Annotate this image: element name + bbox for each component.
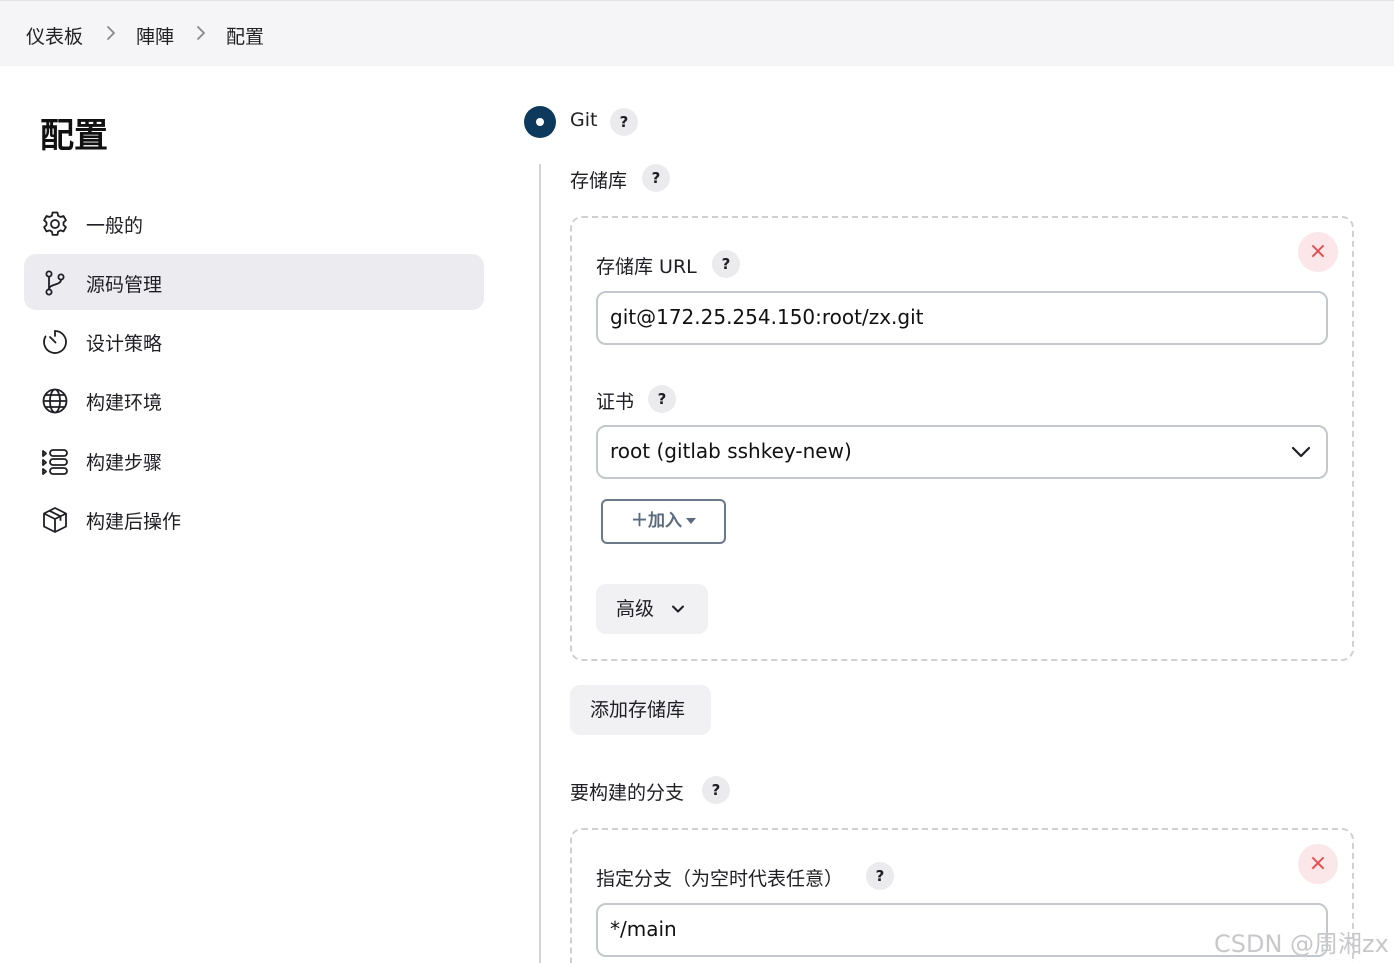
repositories-label: 存储库 (570, 170, 628, 192)
add-repository-label: 添加存储库 (590, 699, 686, 721)
advanced-label: 高级 (616, 598, 655, 620)
sidebar-item-label: 设计策略 (86, 333, 163, 355)
branches-help-button[interactable]: ? (702, 776, 730, 804)
sidebar-item-build-env[interactable]: 构建环境 (24, 372, 484, 428)
chevron-down-icon (1291, 446, 1311, 458)
add-credentials-button[interactable]: ＋加入 (601, 499, 726, 544)
package-icon (40, 505, 70, 535)
credentials-selected-value: root (gitlab sshkey-new) (610, 439, 852, 463)
sidebar-item-post-build[interactable]: 构建后操作 (24, 491, 484, 547)
sidebar-item-label: 源码管理 (86, 274, 163, 296)
git-radio[interactable] (524, 106, 556, 138)
page-title: 配置 (40, 116, 108, 156)
sidebar-item-label: 构建环境 (86, 392, 163, 414)
add-repository-button[interactable]: 添加存储库 (570, 685, 711, 735)
breadcrumb: 仪表板 陣陣 配置 (0, 0, 1394, 66)
branch-specifier-help-button[interactable]: ? (866, 862, 894, 890)
add-credentials-label: ＋加入 (631, 511, 682, 531)
globe-icon (40, 386, 70, 416)
remove-repository-button[interactable]: × (1298, 232, 1338, 272)
gear-icon (40, 209, 70, 239)
timer-icon (40, 327, 70, 357)
watermark: CSDN @周湘zx (1214, 930, 1389, 958)
advanced-button[interactable]: 高级 (596, 584, 708, 634)
sidebar-item-label: 构建步骤 (86, 452, 163, 474)
credentials-label: 证书 (596, 391, 635, 413)
git-help-button[interactable]: ? (610, 108, 638, 136)
repository-url-input[interactable]: git@172.25.254.150:root/zx.git (596, 291, 1328, 345)
chevron-right-icon (192, 23, 210, 43)
repository-url-help-button[interactable]: ? (712, 250, 740, 278)
chevron-down-icon (672, 605, 684, 613)
sidebar-item-build-steps[interactable]: 构建步骤 (24, 432, 484, 488)
branch-specifier-label: 指定分支（为空时代表任意） (596, 868, 844, 890)
branches-label: 要构建的分支 (570, 782, 685, 804)
chevron-right-icon (102, 23, 120, 43)
sidebar-item-label: 构建后操作 (86, 511, 182, 533)
repository-url-label: 存储库 URL (596, 256, 697, 278)
git-branch-icon (40, 268, 70, 298)
git-option-label: Git (570, 109, 598, 131)
remove-branch-button[interactable]: × (1298, 844, 1338, 884)
sidebar-item-general[interactable]: 一般的 (24, 195, 484, 251)
section-divider (539, 164, 541, 963)
breadcrumb-configure[interactable]: 配置 (226, 22, 264, 49)
list-icon (40, 446, 70, 476)
sidebar-item-triggers[interactable]: 设计策略 (24, 313, 484, 369)
breadcrumb-job[interactable]: 陣陣 (136, 22, 174, 49)
sidebar-item-scm[interactable]: 源码管理 (24, 254, 484, 310)
credentials-help-button[interactable]: ? (648, 385, 676, 413)
breadcrumb-dashboard[interactable]: 仪表板 (26, 22, 83, 49)
sidebar-item-label: 一般的 (86, 215, 144, 237)
credentials-select[interactable]: root (gitlab sshkey-new) (596, 425, 1328, 479)
caret-down-icon (686, 518, 696, 524)
repositories-help-button[interactable]: ? (642, 164, 670, 192)
